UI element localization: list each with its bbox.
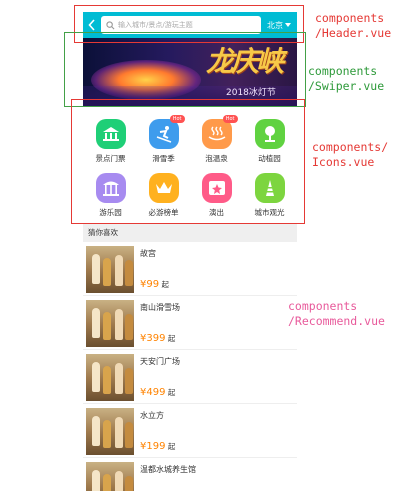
icons-component-note: components/ Icons.vue: [312, 140, 389, 169]
list-item[interactable]: 天安门广场 ¥499 起: [83, 350, 297, 404]
item-price: ¥199 起: [140, 441, 176, 452]
recommend-heading: 猜你喜欢: [83, 224, 297, 242]
item-name: 南山滑雪场: [140, 303, 180, 312]
item-price: ¥399 起: [140, 333, 176, 344]
item-name: 温都水城养生馆: [140, 465, 196, 474]
item-name: 水立方: [140, 411, 164, 420]
icons-component-outline: [71, 99, 305, 224]
recommend-list: 故宫 ¥99 起 南山滑雪场 ¥399 起 天安门广场 ¥499 起 水立方 ¥…: [83, 242, 297, 491]
item-price: ¥99 起: [140, 279, 169, 290]
item-thumbnail: [86, 246, 134, 293]
item-name: 故宫: [140, 249, 156, 258]
header-component-note: components /Header.vue: [315, 11, 392, 40]
item-thumbnail: [86, 408, 134, 455]
list-item[interactable]: 故宫 ¥99 起: [83, 242, 297, 296]
item-thumbnail: [86, 300, 134, 347]
swiper-component-outline: [64, 32, 306, 107]
recommend-component-note: components /Recommend.vue: [288, 299, 385, 328]
item-thumbnail: [86, 354, 134, 401]
list-item[interactable]: 水立方 ¥199 起: [83, 404, 297, 458]
swiper-component-note: components /Swiper.vue: [308, 64, 385, 93]
item-thumbnail: [86, 462, 134, 491]
item-name: 天安门广场: [140, 357, 180, 366]
list-item[interactable]: 南山滑雪场 ¥399 起: [83, 296, 297, 350]
list-item[interactable]: 温都水城养生馆: [83, 458, 297, 491]
item-price: ¥499 起: [140, 387, 176, 398]
